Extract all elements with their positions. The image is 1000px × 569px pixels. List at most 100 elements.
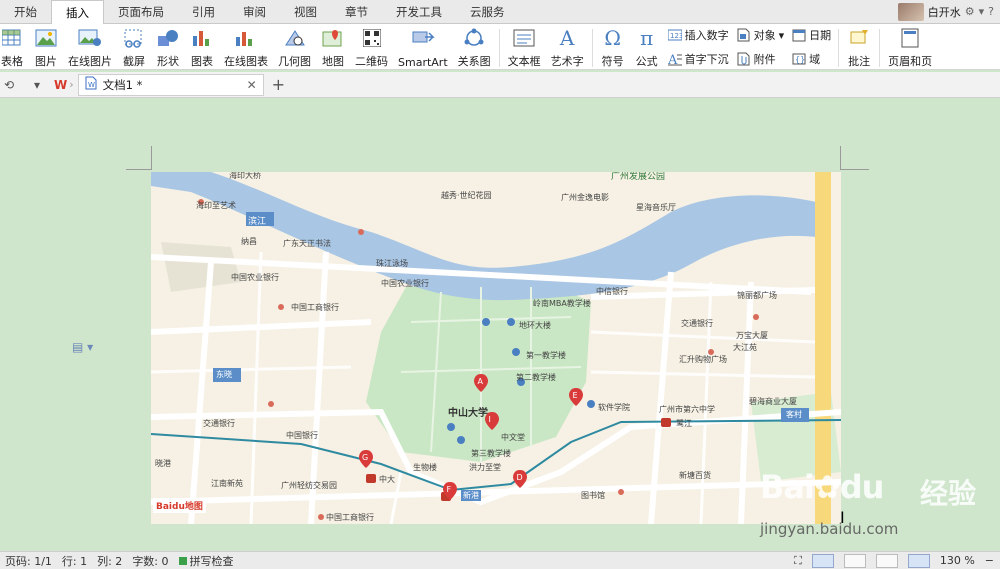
row-indicator: 行: 1 xyxy=(61,554,88,568)
help-icon[interactable]: ? xyxy=(988,5,994,18)
svg-text:F: F xyxy=(447,485,452,494)
map-label: 中文堂 xyxy=(501,433,525,442)
back-arrow-icon[interactable]: ⟲ xyxy=(0,78,18,92)
map-marker[interactable]: A xyxy=(474,374,488,395)
document-structure-icon[interactable]: ▤ ▾ xyxy=(72,340,93,354)
screenshot-button[interactable]: 截屏 xyxy=(117,27,151,69)
map-label: 软件学院 xyxy=(598,403,630,412)
online-chart-button[interactable]: 在线图表 xyxy=(219,27,273,69)
map-marker[interactable]: G xyxy=(359,450,373,471)
geometry-icon xyxy=(283,27,307,49)
smartart-button[interactable]: SmartArt xyxy=(393,27,453,69)
map-marker[interactable]: I xyxy=(485,412,499,433)
online-picture-button[interactable]: 在线图片 xyxy=(63,27,117,69)
qrcode-button[interactable]: 二维码 xyxy=(350,27,393,69)
crop-mark xyxy=(151,146,152,170)
map-label: 碧海商业大厦 xyxy=(749,397,797,406)
dropcap-icon: A xyxy=(667,52,682,66)
eye-protect-button[interactable] xyxy=(907,553,930,568)
baidu-jingyan-watermark: Bai✿du 经验 jingyan.baidu.com xyxy=(760,468,977,538)
tab-home[interactable]: 开始 xyxy=(0,0,51,23)
avatar[interactable] xyxy=(897,2,924,21)
shapes-button[interactable]: 形状 xyxy=(151,27,185,69)
chevron-down-icon[interactable]: ▾ xyxy=(979,5,985,18)
map-label: 岭南MBA教学楼 xyxy=(533,299,591,308)
relation-chart-button[interactable]: 关系图 xyxy=(453,27,496,69)
document-title: 文档1 * xyxy=(102,77,143,92)
page-indicator[interactable]: 页码: 1/1 xyxy=(0,553,57,569)
map-label: 中大 xyxy=(379,475,395,484)
table-button[interactable]: 表格 xyxy=(0,27,29,69)
map-label: 交通银行 xyxy=(203,419,235,428)
comment-icon xyxy=(847,27,871,49)
scissors-icon xyxy=(122,27,146,49)
zoom-out-icon[interactable]: − xyxy=(985,554,994,567)
calendar-icon xyxy=(792,28,806,42)
settings-icon[interactable]: ⚙ xyxy=(965,5,975,18)
textbox-button[interactable]: 文本框 xyxy=(503,27,546,69)
object-button[interactable]: 对象 ▾ xyxy=(737,27,785,43)
map-label: 交通银行 xyxy=(681,319,713,328)
relation-icon xyxy=(462,27,486,49)
map-label: 海印至艺术 xyxy=(196,201,236,210)
wps-logo-icon[interactable]: W xyxy=(54,78,67,92)
geometry-button[interactable]: 几何图 xyxy=(273,27,316,69)
tab-insert[interactable]: 插入 xyxy=(51,0,104,25)
map-label: 第二教学楼 xyxy=(516,373,556,382)
tab-review[interactable]: 审阅 xyxy=(229,0,280,23)
zoom-level[interactable]: 130 % xyxy=(940,554,975,567)
shapes-icon xyxy=(156,27,180,49)
map-label: 广州金逸电影 xyxy=(561,193,609,202)
user-name[interactable]: 白开水 xyxy=(928,4,961,20)
map-label: 海印大桥 xyxy=(229,172,261,180)
outline-view-button[interactable] xyxy=(843,553,866,568)
page-view-button[interactable] xyxy=(811,553,834,568)
omega-icon: Ω xyxy=(604,26,621,50)
chart-button[interactable]: 图表 xyxy=(185,27,219,69)
tab-page-layout[interactable]: 页面布局 xyxy=(104,0,178,23)
map-label: 滨江 xyxy=(248,217,267,227)
map-label: 中国农业银行 xyxy=(231,273,279,282)
comment-button[interactable]: 批注 xyxy=(842,27,876,69)
chevron-down-icon[interactable]: ▾ xyxy=(28,78,46,92)
chevron-down-icon: ▾ xyxy=(778,28,785,42)
tab-view[interactable]: 视图 xyxy=(280,0,331,23)
map-marker[interactable]: D xyxy=(513,470,527,491)
tab-references[interactable]: 引用 xyxy=(178,0,229,23)
map-label: 第三教学楼 xyxy=(471,449,511,458)
spellcheck-toggle[interactable]: 拼写检查 xyxy=(174,553,239,569)
textbox-icon xyxy=(512,27,536,49)
dropcap-button[interactable]: A 首字下沉 xyxy=(667,51,729,67)
formula-button[interactable]: π 公式 xyxy=(630,26,664,69)
user-area[interactable]: 白开水 ⚙ ▾ ? xyxy=(897,0,1000,23)
picture-button[interactable]: 图片 xyxy=(29,27,63,69)
map-label: 广东天正书法 xyxy=(283,239,331,248)
web-view-button[interactable] xyxy=(875,553,898,568)
symbol-button[interactable]: Ω 符号 xyxy=(596,26,630,69)
wordart-button[interactable]: A 艺术字 xyxy=(546,26,589,69)
insert-number-button[interactable]: 123 插入数字 xyxy=(667,27,729,43)
map-button[interactable]: 地图 xyxy=(316,27,350,69)
tab-chapter[interactable]: 章节 xyxy=(331,0,382,23)
map-label: 鹭江 xyxy=(676,419,692,428)
map-label: 锦丽都广场 xyxy=(737,291,777,300)
text-cursor-icon: I xyxy=(840,508,845,527)
map-marker[interactable]: F xyxy=(443,482,457,503)
map-label: 图书馆 xyxy=(581,491,605,500)
tab-cloud[interactable]: 云服务 xyxy=(456,0,519,23)
attachment-button[interactable]: 附件 xyxy=(737,51,785,67)
inserted-map-image[interactable]: 海印大桥 广州发展公园 滨江 越秀·世纪花园 广州金逸电影 星海音乐厅 海印至艺… xyxy=(151,172,841,524)
wordcount-indicator[interactable]: 字数: 0 xyxy=(127,553,173,569)
svg-text:W: W xyxy=(88,81,95,89)
tab-developer[interactable]: 开发工具 xyxy=(382,0,456,23)
document-tab[interactable]: W 文档1 * ✕ xyxy=(77,73,264,96)
map-label: 中国工商银行 xyxy=(291,303,339,312)
header-footer-button[interactable]: 页眉和页 xyxy=(883,27,937,69)
field-button[interactable]: {} 域 xyxy=(792,51,831,67)
svg-text:A: A xyxy=(478,377,484,386)
plus-icon[interactable]: + xyxy=(272,75,285,94)
fullscreen-icon[interactable]: ⛶ xyxy=(794,554,802,568)
map-marker[interactable]: E xyxy=(569,388,583,409)
close-icon[interactable]: ✕ xyxy=(247,78,257,92)
date-button[interactable]: 日期 xyxy=(792,27,831,43)
